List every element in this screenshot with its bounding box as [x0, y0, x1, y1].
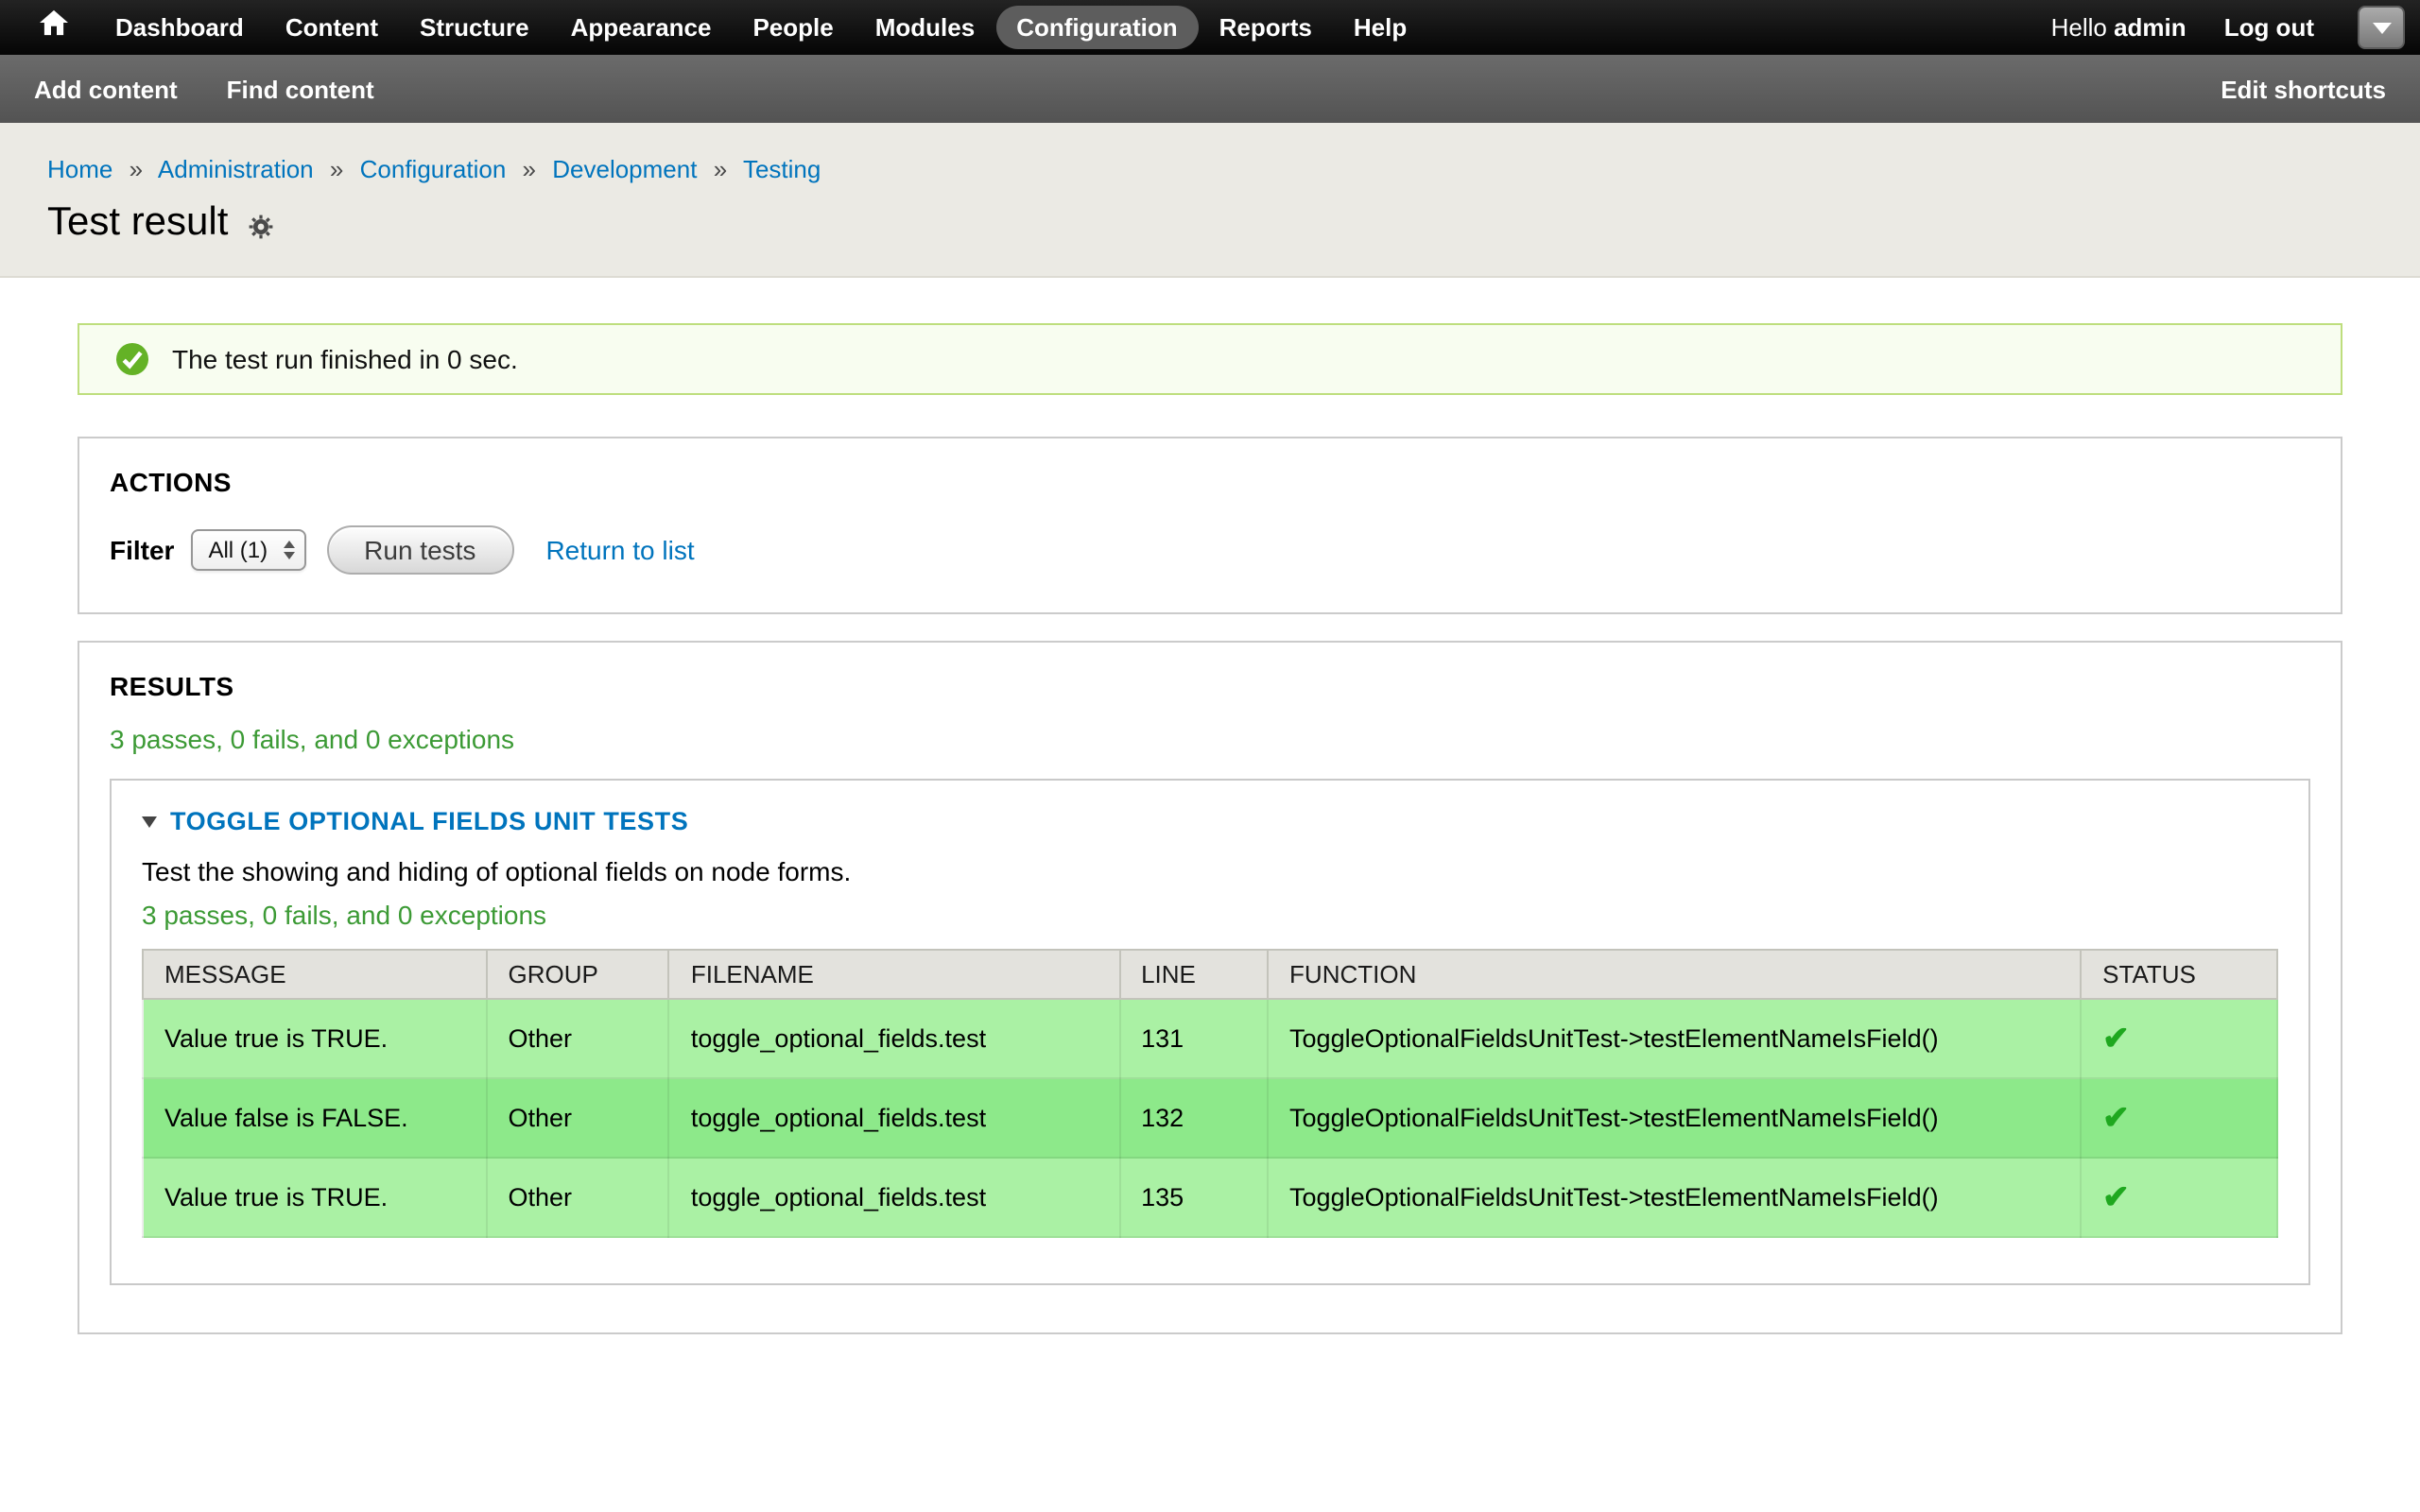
return-to-list-link[interactable]: Return to list — [545, 535, 694, 565]
cell-function: ToggleOptionalFieldsUnitTest->testElemen… — [1268, 1078, 2081, 1158]
cell-group: Other — [487, 999, 669, 1078]
header-function: FUNCTION — [1268, 950, 2081, 999]
breadcrumb-link-home[interactable]: Home — [47, 155, 112, 183]
breadcrumb-link-administration[interactable]: Administration — [158, 155, 314, 183]
breadcrumb-link-testing[interactable]: Testing — [743, 155, 821, 183]
cell-message: Value true is TRUE. — [143, 999, 487, 1078]
cell-function: ToggleOptionalFieldsUnitTest->testElemen… — [1268, 1158, 2081, 1237]
page-header: Home » Administration » Configuration » … — [0, 123, 2420, 278]
status-message-text: The test run finished in 0 sec. — [172, 344, 518, 374]
test-group-legend[interactable]: TOGGLE OPTIONAL FIELDS UNIT TESTS — [142, 807, 2278, 835]
greeting-text: Hello admin — [2051, 13, 2187, 42]
breadcrumb-separator: » — [523, 155, 536, 183]
test-group-title: TOGGLE OPTIONAL FIELDS UNIT TESTS — [170, 807, 688, 835]
cell-status: ✔ — [2081, 1158, 2277, 1237]
status-check-icon — [115, 342, 149, 376]
test-group-fieldset: TOGGLE OPTIONAL FIELDS UNIT TESTS Test t… — [110, 779, 2310, 1285]
cell-filename: toggle_optional_fields.test — [669, 1078, 1119, 1158]
shortcut-find-content[interactable]: Find content — [227, 75, 374, 103]
actions-legend: ACTIONS — [110, 467, 2310, 497]
toolbar-item-reports[interactable]: Reports — [1199, 6, 1333, 49]
table-row: Value false is FALSE. Other toggle_optio… — [143, 1078, 2277, 1158]
pass-check-icon: ✔ — [2102, 1179, 2130, 1215]
shortcut-add-content[interactable]: Add content — [34, 75, 178, 103]
filter-select-value: All (1) — [208, 537, 268, 563]
shortcuts-bar: Add content Find content Edit shortcuts — [0, 55, 2420, 123]
select-stepper-icon — [283, 541, 294, 559]
breadcrumb-link-configuration[interactable]: Configuration — [360, 155, 507, 183]
toolbar-menu: Dashboard Content Structure Appearance P… — [95, 6, 1427, 49]
cell-message: Value true is TRUE. — [143, 1158, 487, 1237]
header-status: STATUS — [2081, 950, 2277, 999]
cell-line: 131 — [1119, 999, 1268, 1078]
toolbar-toggle-button[interactable] — [2358, 6, 2405, 49]
test-group-description: Test the showing and hiding of optional … — [142, 856, 2278, 886]
test-results-table: MESSAGE GROUP FILENAME LINE FUNCTION STA… — [142, 949, 2278, 1238]
cell-filename: toggle_optional_fields.test — [669, 999, 1119, 1078]
breadcrumb-separator: » — [330, 155, 343, 183]
table-row: Value true is TRUE. Other toggle_optiona… — [143, 1158, 2277, 1237]
edit-shortcuts-link[interactable]: Edit shortcuts — [2221, 75, 2386, 103]
pass-check-icon: ✔ — [2102, 1100, 2130, 1136]
logout-link[interactable]: Log out — [2224, 13, 2314, 42]
breadcrumb-separator: » — [130, 155, 143, 183]
toolbar-item-appearance[interactable]: Appearance — [550, 6, 733, 49]
chevron-down-icon — [2372, 22, 2391, 33]
results-panel: RESULTS 3 passes, 0 fails, and 0 excepti… — [78, 641, 2342, 1334]
main-content: The test run finished in 0 sec. ACTIONS … — [0, 278, 2420, 1410]
results-legend: RESULTS — [110, 671, 2310, 701]
greeting-prefix: Hello — [2051, 13, 2107, 42]
breadcrumb-link-development[interactable]: Development — [552, 155, 697, 183]
test-group-summary: 3 passes, 0 fails, and 0 exceptions — [142, 900, 2278, 930]
header-message: MESSAGE — [143, 950, 487, 999]
toolbar-item-structure[interactable]: Structure — [399, 6, 550, 49]
cell-filename: toggle_optional_fields.test — [669, 1158, 1119, 1237]
collapse-arrow-icon — [142, 816, 157, 827]
actions-panel: ACTIONS Filter All (1) Run tests Return … — [78, 437, 2342, 614]
drupal-admin-page: Dashboard Content Structure Appearance P… — [0, 0, 2420, 1512]
username: admin — [2114, 13, 2187, 42]
toolbar-item-people[interactable]: People — [732, 6, 854, 49]
run-tests-button[interactable]: Run tests — [326, 525, 513, 575]
admin-toolbar: Dashboard Content Structure Appearance P… — [0, 0, 2420, 55]
cell-message: Value false is FALSE. — [143, 1078, 487, 1158]
status-message: The test run finished in 0 sec. — [78, 323, 2342, 395]
table-header-row: MESSAGE GROUP FILENAME LINE FUNCTION STA… — [143, 950, 2277, 999]
filter-select[interactable]: All (1) — [191, 529, 305, 571]
toolbar-user-area: Hello admin Log out — [2051, 13, 2314, 42]
page-title: Test result — [47, 200, 228, 246]
breadcrumb: Home » Administration » Configuration » … — [47, 155, 2373, 183]
table-row: Value true is TRUE. Other toggle_optiona… — [143, 999, 2277, 1078]
toolbar-item-modules[interactable]: Modules — [855, 6, 995, 49]
cell-status: ✔ — [2081, 999, 2277, 1078]
header-group: GROUP — [487, 950, 669, 999]
toolbar-item-help[interactable]: Help — [1333, 6, 1427, 49]
home-icon-button[interactable] — [19, 0, 87, 55]
results-summary: 3 passes, 0 fails, and 0 exceptions — [110, 724, 2310, 754]
header-line: LINE — [1119, 950, 1268, 999]
cell-line: 135 — [1119, 1158, 1268, 1237]
breadcrumb-separator: » — [714, 155, 727, 183]
cell-status: ✔ — [2081, 1078, 2277, 1158]
cell-group: Other — [487, 1158, 669, 1237]
home-icon — [39, 9, 67, 45]
cell-function: ToggleOptionalFieldsUnitTest->testElemen… — [1268, 999, 2081, 1078]
cell-group: Other — [487, 1078, 669, 1158]
filter-label: Filter — [110, 535, 174, 565]
toolbar-item-configuration[interactable]: Configuration — [995, 6, 1198, 49]
toolbar-item-content[interactable]: Content — [265, 6, 399, 49]
gear-icon[interactable] — [247, 214, 273, 240]
toolbar-item-dashboard[interactable]: Dashboard — [95, 6, 265, 49]
cell-line: 132 — [1119, 1078, 1268, 1158]
pass-check-icon: ✔ — [2102, 1021, 2130, 1057]
header-filename: FILENAME — [669, 950, 1119, 999]
